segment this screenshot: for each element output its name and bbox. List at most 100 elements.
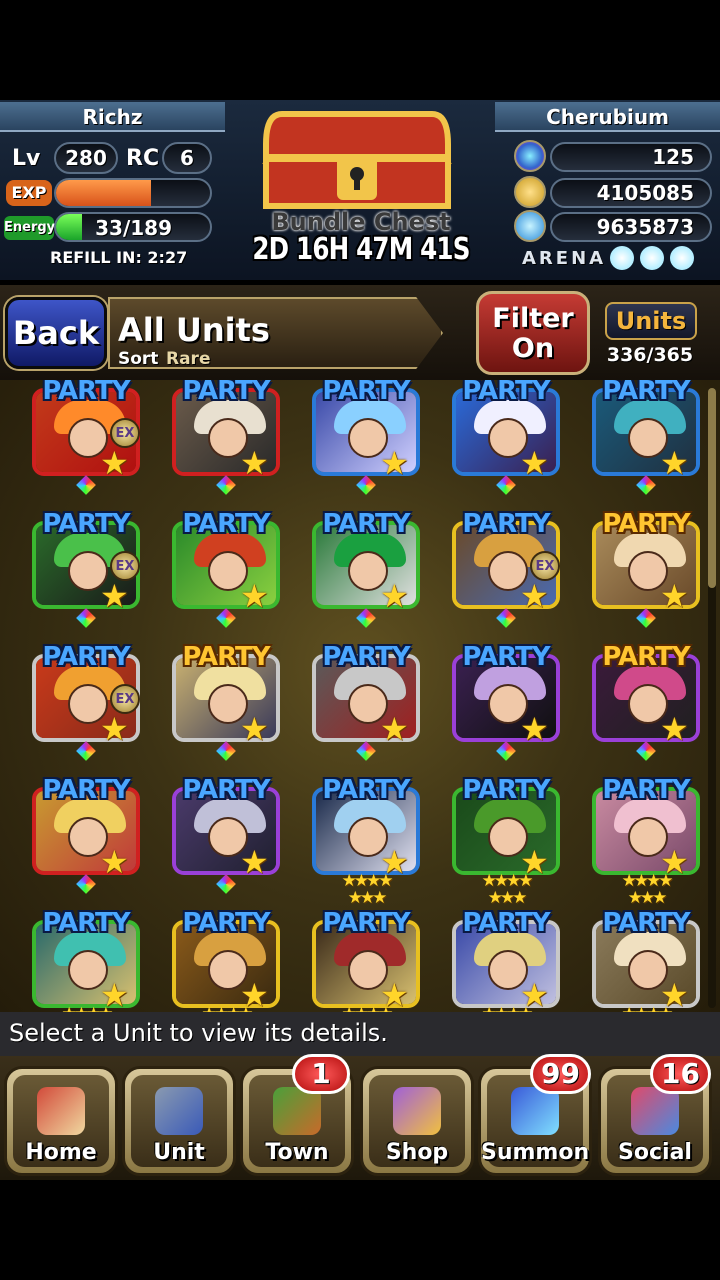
arena-label: ARENA [522, 248, 607, 269]
notification-badge: 99 [530, 1054, 591, 1094]
unit-card[interactable]: PARTY ★ [172, 775, 280, 894]
party-badge: PARTY [182, 642, 270, 672]
party-badge: PARTY [322, 509, 410, 539]
favorite-star-icon: ★ [100, 710, 129, 748]
unit-card[interactable]: PARTY★★★★★★★★ [312, 908, 420, 1012]
party-badge: PARTY [182, 509, 270, 539]
favorite-star-icon: ★ [240, 444, 269, 482]
filter-button[interactable]: Filter On [476, 291, 590, 375]
hint-message: Select a Unit to view its details. [0, 1012, 720, 1056]
house-icon [37, 1087, 85, 1135]
units-button[interactable]: Units [605, 302, 697, 340]
unit-card[interactable]: PARTY EX ★ [452, 509, 560, 628]
unit-card[interactable]: PARTY ★ [172, 642, 280, 761]
unit-grid[interactable]: PARTY EX ★ PARTY ★ PARTY ★ PARTY ★ PARTY ★ PARTY EX ★… [0, 380, 720, 1012]
rarity-gem-icon [76, 874, 96, 894]
exp-bar [54, 178, 212, 208]
rarity-gem-icon [76, 741, 96, 761]
favorite-star-icon: ★ [100, 577, 129, 615]
rarity-stars-icon: ★★★★★★★ [341, 871, 394, 908]
unit-card[interactable]: PARTY ★ [452, 380, 560, 495]
unit-card[interactable]: PARTY★★★★★★★★ [592, 775, 700, 907]
party-badge: PARTY [602, 775, 690, 805]
nav-shop-button[interactable]: Shop [360, 1066, 474, 1176]
party-badge: PARTY [602, 642, 690, 672]
unit-card[interactable]: PARTY EX ★ [32, 380, 140, 495]
rarity-gem-icon [216, 608, 236, 628]
rarity-gem-icon [76, 608, 96, 628]
party-badge: PARTY [322, 908, 410, 938]
filter-state: On [511, 333, 555, 364]
party-badge: PARTY [462, 642, 550, 672]
back-button[interactable]: Back [5, 297, 107, 369]
bundle-chest-icon[interactable] [252, 104, 462, 214]
party-badge: PARTY [462, 908, 550, 938]
party-badge: PARTY [182, 908, 270, 938]
sort-label: Sort [118, 349, 159, 369]
party-badge: PARTY [182, 775, 270, 805]
unit-card[interactable]: PARTY★★★★★★★★ [592, 908, 700, 1012]
party-badge: PARTY [462, 509, 550, 539]
favorite-star-icon: ★ [240, 843, 269, 881]
rarity-gem-icon [76, 475, 96, 495]
karma-count: 9635873 [550, 212, 712, 242]
unit-card[interactable]: PARTY ★ [312, 509, 420, 628]
energy-label: Energy [4, 216, 55, 240]
unit-card[interactable]: PARTY★★★★★★★★ [32, 908, 140, 1012]
favorite-star-icon: ★ [240, 577, 269, 615]
exp-label: EXP [6, 180, 52, 206]
rarity-stars-icon: ★★★★★★★ [621, 871, 674, 908]
unit-card[interactable]: PARTY★★★★★★★★ [452, 775, 560, 907]
rarity-gem-icon [216, 741, 236, 761]
rarity-gem-icon [356, 741, 376, 761]
unit-card[interactable]: PARTY EX ★ [32, 642, 140, 761]
nav-home-button[interactable]: Home [4, 1066, 118, 1176]
favorite-star-icon: ★ [380, 444, 409, 482]
party-badge: PARTY [322, 380, 410, 406]
party-badge: PARTY [42, 380, 130, 406]
unit-card[interactable]: PARTY ★ [452, 642, 560, 761]
exp-bar-fill [56, 180, 152, 206]
rarity-gem-icon [636, 475, 656, 495]
unit-card[interactable]: PARTY★★★★★★★★ [312, 775, 420, 907]
rc-label: RC [126, 146, 160, 171]
rarity-gem-icon [356, 475, 376, 495]
unit-card[interactable]: PARTY ★ [172, 380, 280, 495]
rarity-gem-icon [216, 874, 236, 894]
unit-card[interactable]: PARTY EX ★ [32, 509, 140, 628]
unit-card[interactable]: PARTY★★★★★★★★ [452, 908, 560, 1012]
party-badge: PARTY [322, 642, 410, 672]
nav-label: Summon [481, 1140, 590, 1165]
filter-label: Filter [492, 303, 574, 334]
nav-label: Home [25, 1140, 97, 1165]
unit-card[interactable]: PARTY ★ [172, 509, 280, 628]
level-value: 280 [54, 142, 118, 174]
summon-icon [511, 1087, 559, 1135]
knight-icon [155, 1087, 203, 1135]
town-icon [273, 1087, 321, 1135]
unit-card[interactable]: PARTY★★★★★★★★ [172, 908, 280, 1012]
notification-badge: 16 [650, 1054, 711, 1094]
arena-orb [640, 246, 664, 270]
party-badge: PARTY [462, 380, 550, 406]
rarity-gem-icon [496, 608, 516, 628]
rarity-gem-icon [216, 475, 236, 495]
nav-label: Town [265, 1140, 329, 1165]
unit-card[interactable]: PARTY ★ [592, 380, 700, 495]
unit-card[interactable]: PARTY ★ [592, 642, 700, 761]
arena-orb [610, 246, 634, 270]
party-badge: PARTY [42, 642, 130, 672]
rarity-gem-icon [636, 741, 656, 761]
nav-unit-button[interactable]: Unit [122, 1066, 236, 1176]
favorite-star-icon: ★ [100, 843, 129, 881]
gem-icon [514, 140, 546, 172]
unit-card[interactable]: PARTY ★ [32, 775, 140, 894]
rarity-gem-icon [636, 608, 656, 628]
favorite-star-icon: ★ [660, 577, 689, 615]
unit-card[interactable]: PARTY ★ [312, 642, 420, 761]
unit-card[interactable]: PARTY ★ [312, 380, 420, 495]
unit-card[interactable]: PARTY ★ [592, 509, 700, 628]
karma-icon [514, 210, 546, 242]
scrollbar-thumb[interactable] [708, 388, 716, 588]
sort-value[interactable]: Rare [166, 349, 210, 369]
